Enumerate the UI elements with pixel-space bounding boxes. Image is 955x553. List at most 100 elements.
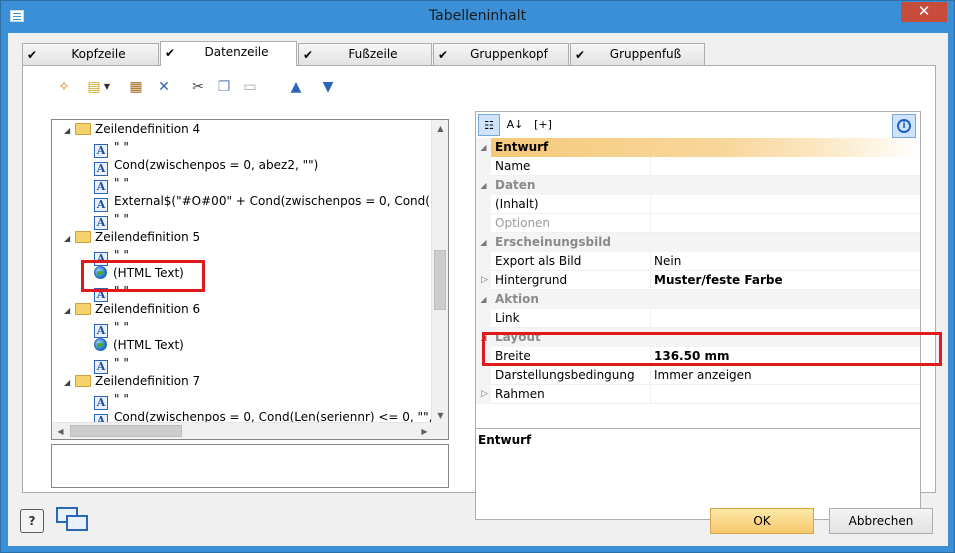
property-row-rahmen[interactable]: ▷ Rahmen bbox=[476, 385, 920, 404]
window-layout-icon[interactable] bbox=[56, 507, 90, 535]
sort-alphabetical-icon[interactable]: A↓ bbox=[504, 114, 526, 136]
property-value[interactable]: Immer anzeigen bbox=[652, 366, 920, 385]
close-button[interactable]: ✕ bbox=[901, 2, 947, 22]
expand-icon[interactable]: ▷ bbox=[481, 271, 488, 290]
tab-kopfzeile[interactable]: ✔ Kopfzeile bbox=[22, 43, 159, 65]
tree-label: Cond(zwischenpos = 0, abez2, "") bbox=[114, 158, 319, 172]
expand-all-icon[interactable]: [+] bbox=[530, 114, 556, 136]
info-button[interactable]: i bbox=[892, 114, 916, 138]
category-erscheinungsbild[interactable]: ◢ Erscheinungsbild bbox=[476, 233, 920, 252]
property-row-inhalt[interactable]: (Inhalt) bbox=[476, 195, 920, 214]
tree-label: " " bbox=[114, 320, 129, 334]
dropdown-arrow-icon[interactable]: ▼ bbox=[101, 76, 113, 98]
property-value[interactable] bbox=[652, 385, 920, 404]
tree-item[interactable]: A External$("#O#00" + Cond(zwischenpos = … bbox=[94, 192, 433, 212]
property-value[interactable]: Nein bbox=[652, 252, 920, 271]
checkmark-icon: ✔ bbox=[165, 46, 176, 60]
tab-fusszeile[interactable]: ✔ Fußzeile bbox=[298, 43, 432, 65]
tab-panel: ✧ ▤ ▼ ▦ ✕ ✂ ❐ ▭ ▲ ▼ ◢ Zeilendefinition 4 … bbox=[22, 65, 942, 520]
dialog-window: Tabelleninhalt ✕ ✔ Kopfzeile ✔ Datenzeil… bbox=[0, 0, 955, 553]
tree-item[interactable]: A " " bbox=[94, 354, 129, 374]
cut-icon[interactable]: ✂ bbox=[187, 76, 209, 98]
delete-icon[interactable]: ✕ bbox=[153, 76, 175, 98]
tree-label: " " bbox=[114, 212, 129, 226]
tree-label: " " bbox=[114, 356, 129, 370]
tree-label: " " bbox=[114, 176, 129, 190]
property-value[interactable]: Muster/feste Farbe bbox=[652, 271, 920, 290]
wizard-icon[interactable]: ✧ bbox=[53, 76, 75, 98]
category-entwurf[interactable]: ◢ Entwurf bbox=[476, 138, 920, 157]
tree-item[interactable]: A " " bbox=[94, 390, 129, 410]
tree-folder-zeilendefinition-5[interactable]: ◢ Zeilendefinition 5 bbox=[64, 228, 200, 246]
property-row-export-als-bild[interactable]: Export als Bild Nein bbox=[476, 252, 920, 271]
property-value[interactable] bbox=[652, 195, 920, 214]
row-gutter bbox=[476, 366, 491, 385]
tab-datenzeile[interactable]: ✔ Datenzeile bbox=[160, 41, 297, 66]
category-label: Daten bbox=[491, 176, 920, 195]
tab-label: Kopfzeile bbox=[71, 47, 126, 61]
tree-horizontal-scrollbar[interactable]: ◀ ▶ bbox=[52, 422, 433, 439]
tab-gruppenkopf[interactable]: ✔ Gruppenkopf bbox=[433, 43, 569, 65]
window-title: Tabelleninhalt bbox=[428, 8, 527, 24]
property-value bbox=[652, 214, 920, 233]
property-name: Name bbox=[491, 157, 651, 176]
property-name: Link bbox=[491, 309, 651, 328]
tree-item[interactable]: A " " bbox=[94, 174, 129, 194]
category-aktion[interactable]: ◢ Aktion bbox=[476, 290, 920, 309]
expand-icon[interactable]: ▷ bbox=[481, 385, 488, 404]
checkmark-icon: ✔ bbox=[303, 48, 314, 62]
collapse-icon[interactable]: ◢ bbox=[476, 233, 491, 252]
tree-label: Zeilendefinition 6 bbox=[95, 302, 201, 316]
row-gutter bbox=[476, 309, 491, 328]
help-button[interactable]: ? bbox=[20, 509, 44, 533]
property-row-darstellungsbedingung[interactable]: Darstellungsbedingung Immer anzeigen bbox=[476, 366, 920, 385]
collapse-icon[interactable]: ◢ bbox=[476, 290, 491, 309]
tree-item[interactable]: A " " bbox=[94, 318, 129, 338]
tree-item-html-text[interactable]: (HTML Text) bbox=[94, 336, 184, 354]
row-gutter bbox=[476, 195, 491, 214]
scroll-thumb[interactable] bbox=[434, 250, 446, 310]
property-value[interactable] bbox=[652, 309, 920, 328]
paste-icon[interactable]: ▭ bbox=[239, 76, 261, 98]
collapse-icon[interactable]: ◢ bbox=[476, 176, 491, 195]
info-icon: i bbox=[897, 119, 911, 133]
tree-folder-zeilendefinition-7[interactable]: ◢ Zeilendefinition 7 bbox=[64, 372, 200, 390]
tree-description-box bbox=[51, 444, 449, 488]
tab-gruppenfuss[interactable]: ✔ Gruppenfuß bbox=[570, 43, 705, 65]
tree-label: " " bbox=[114, 140, 129, 154]
scroll-thumb[interactable] bbox=[70, 425, 182, 437]
property-row-name[interactable]: Name bbox=[476, 157, 920, 176]
tree-label: Zeilendefinition 7 bbox=[95, 374, 201, 388]
tree-folder-zeilendefinition-6[interactable]: ◢ Zeilendefinition 6 bbox=[64, 300, 200, 318]
move-down-icon[interactable]: ▼ bbox=[317, 76, 339, 98]
scroll-left-arrow-icon[interactable]: ◀ bbox=[52, 423, 69, 439]
tree-label: (HTML Text) bbox=[113, 338, 184, 352]
property-value[interactable] bbox=[652, 157, 920, 176]
property-name: Darstellungsbedingung bbox=[491, 366, 651, 385]
ok-button[interactable]: OK bbox=[710, 508, 814, 534]
cancel-button[interactable]: Abbrechen bbox=[829, 508, 933, 534]
collapse-icon[interactable]: ◢ bbox=[64, 374, 72, 392]
tree-vertical-scrollbar[interactable]: ▲ ▼ bbox=[431, 120, 448, 424]
copy-icon[interactable]: ❐ bbox=[213, 76, 235, 98]
tree-item[interactable]: A " " bbox=[94, 210, 129, 230]
scroll-up-arrow-icon[interactable]: ▲ bbox=[432, 120, 448, 137]
categorized-view-icon[interactable]: ☷ bbox=[478, 114, 500, 136]
tree-item[interactable]: A " " bbox=[94, 138, 129, 158]
property-name: Export als Bild bbox=[491, 252, 651, 271]
property-row-link[interactable]: Link bbox=[476, 309, 920, 328]
checkmark-icon: ✔ bbox=[438, 48, 449, 62]
collapse-icon[interactable]: ◢ bbox=[476, 138, 491, 157]
title-bar[interactable]: Tabelleninhalt ✕ bbox=[1, 1, 954, 33]
collapse-icon[interactable]: ◢ bbox=[64, 122, 72, 140]
highlight-breite-marker bbox=[482, 332, 942, 366]
move-up-icon[interactable]: ▲ bbox=[285, 76, 307, 98]
collapse-icon[interactable]: ◢ bbox=[64, 302, 72, 320]
tree-folder-zeilendefinition-4[interactable]: ◢ Zeilendefinition 4 bbox=[64, 120, 200, 138]
category-daten[interactable]: ◢ Daten bbox=[476, 176, 920, 195]
properties-icon[interactable]: ▦ bbox=[125, 76, 147, 98]
tree-item[interactable]: A Cond(zwischenpos = 0, abez2, "") bbox=[94, 156, 319, 176]
property-row-hintergrund[interactable]: ▷ Hintergrund Muster/feste Farbe bbox=[476, 271, 920, 290]
collapse-icon[interactable]: ◢ bbox=[64, 230, 72, 248]
category-label: Aktion bbox=[491, 290, 920, 309]
